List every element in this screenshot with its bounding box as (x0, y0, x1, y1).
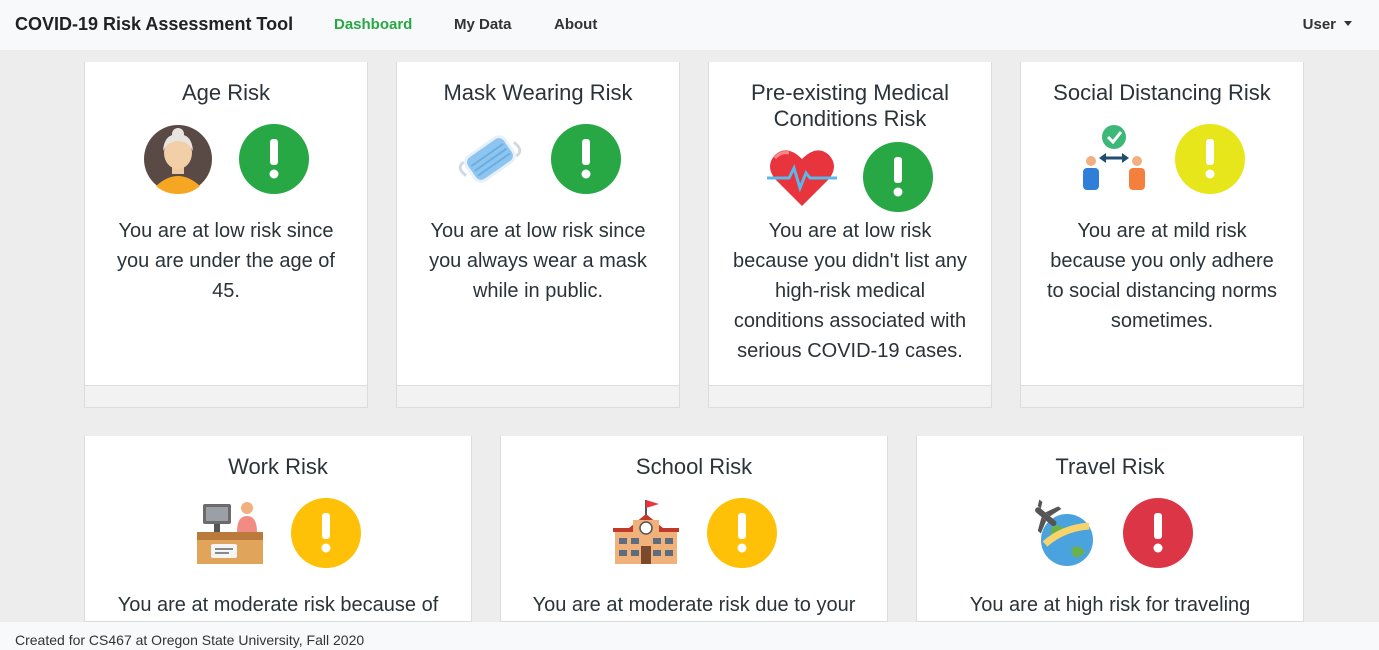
airplane-globe-icon (1027, 498, 1097, 568)
card-description: You are at low risk because you didn't l… (733, 220, 967, 362)
low-risk-alert-icon (863, 142, 933, 212)
card-footer (85, 385, 367, 407)
card-description: You are at low risk since you always wea… (429, 220, 647, 302)
elderly-woman-avatar-icon (143, 124, 213, 194)
low-risk-alert-icon (239, 124, 309, 194)
navbar: COVID-19 Risk Assessment Tool Dashboard … (0, 0, 1379, 50)
high-risk-alert-icon (1123, 498, 1193, 568)
nav-link-dashboard[interactable]: Dashboard (334, 16, 412, 33)
card-mask-wearing-risk: Mask Wearing Risk You are at low risk si… (396, 62, 680, 408)
card-title: Travel Risk (1055, 454, 1165, 479)
nav-link-my-data[interactable]: My Data (454, 16, 512, 33)
chevron-down-icon (1344, 21, 1352, 26)
mild-risk-alert-icon (1175, 124, 1245, 194)
heart-pulse-icon (767, 142, 837, 212)
card-description: You are at high risk for traveling (969, 594, 1251, 616)
card-title: Age Risk (181, 80, 271, 105)
card-title: Work Risk (228, 454, 328, 479)
page-footer: Created for CS467 at Oregon State Univer… (0, 622, 1379, 650)
card-footer (1021, 385, 1303, 407)
user-menu-dropdown[interactable]: User (1303, 16, 1352, 33)
moderate-risk-alert-icon (707, 498, 777, 568)
card-footer (709, 385, 991, 407)
card-description: You are at mild risk because you only ad… (1046, 220, 1278, 332)
card-footer (397, 385, 679, 407)
school-building-icon (611, 498, 681, 568)
card-title: Mask Wearing Risk (443, 80, 633, 105)
card-travel-risk: Travel Risk You are at high risk for tra… (916, 436, 1304, 622)
card-social-distancing-risk: Social Distancing Risk You are at mild r… (1020, 62, 1304, 408)
card-description: You are at moderate risk because of (117, 594, 439, 616)
card-description: You are at moderate risk due to your (532, 594, 856, 616)
face-mask-icon (455, 124, 525, 194)
user-menu-label: User (1302, 16, 1336, 33)
nav-link-about[interactable]: About (554, 16, 597, 33)
social-distancing-icon (1079, 124, 1149, 194)
card-school-risk: School Risk You are at moderate risk due… (500, 436, 888, 622)
card-title: School Risk (635, 454, 753, 479)
brand-title[interactable]: COVID-19 Risk Assessment Tool (15, 14, 293, 35)
card-title: Social Distancing Risk (1053, 80, 1271, 105)
card-work-risk: Work Risk You are at moderate risk becau… (84, 436, 472, 622)
work-desk-icon (195, 498, 265, 568)
footer-text: Created for CS467 at Oregon State Univer… (15, 632, 365, 648)
low-risk-alert-icon (551, 124, 621, 194)
card-medical-conditions-risk: Pre-existing Medical Conditions Risk You… (708, 62, 992, 408)
card-age-risk: Age Risk You are at low risk since you a… (84, 62, 368, 408)
card-description: You are at low risk since you are under … (117, 220, 335, 302)
card-title: Pre-existing Medical Conditions Risk (750, 80, 950, 131)
moderate-risk-alert-icon (291, 498, 361, 568)
